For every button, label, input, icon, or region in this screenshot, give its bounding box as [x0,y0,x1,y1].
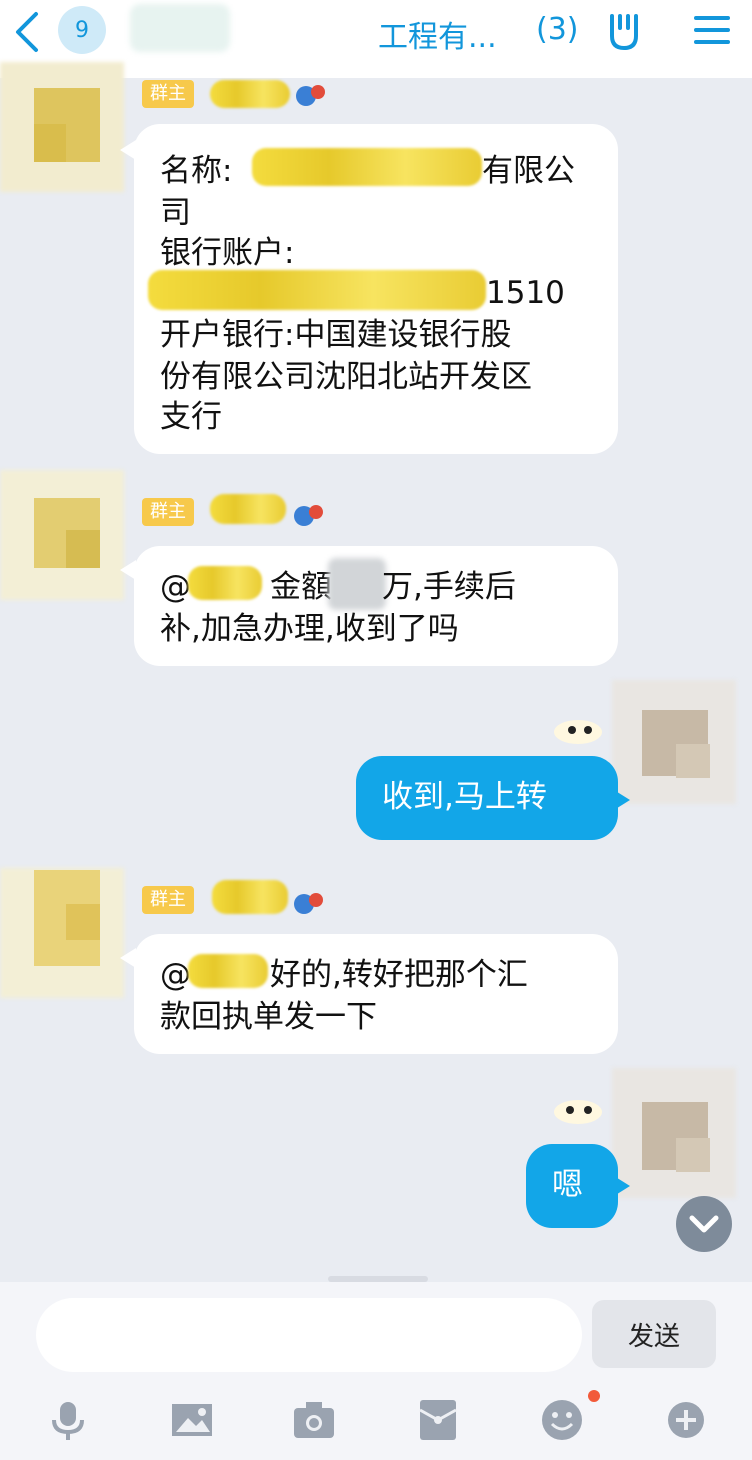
redacted-company-name [252,148,482,186]
group-owner-tag: 群主 [142,80,194,108]
redacted-account-number [148,270,486,310]
bubble-tail [614,1176,630,1196]
redacted-sender-name [210,494,286,524]
avatar[interactable] [0,868,124,998]
avatar[interactable] [0,470,124,600]
redacted-sender-name [210,80,290,108]
sticker-badge-icon [554,1100,602,1124]
chevron-down-icon [689,1215,719,1233]
message-bubble[interactable]: @ 金額 万,手续后 补,加急办理,收到了吗 [134,546,618,666]
self-avatar[interactable] [612,1068,736,1198]
message-bubble[interactable]: @ 好的,转好把那个汇 款回执单发一下 [134,934,618,1054]
camera-icon[interactable] [292,1398,336,1442]
blurred-header-avatar [130,4,230,52]
microphone-icon[interactable] [46,1398,90,1442]
back-arrow-icon[interactable] [8,8,48,56]
message-input[interactable] [36,1298,582,1372]
group-owner-tag: 群主 [142,498,194,526]
sticker-badge-icon [554,720,602,744]
send-button[interactable]: 发送 [592,1300,716,1368]
member-count[interactable]: (3) [536,12,579,47]
red-packet-icon[interactable] [416,1398,460,1442]
hand-gesture-icon[interactable] [600,8,646,54]
redacted-mention [188,954,268,988]
bubble-tail [614,790,630,810]
message-bubble-self[interactable]: 嗯 [526,1144,618,1228]
level-badge-icon [294,893,323,914]
redacted-amount [328,558,386,610]
menu-icon[interactable] [692,10,732,50]
chat-title[interactable]: 工程有... [378,12,497,56]
level-badge-icon [294,505,323,526]
message-bubble-self[interactable]: 收到,马上转 [356,756,618,840]
emoji-icon[interactable] [540,1398,584,1442]
notification-dot [588,1390,600,1402]
redacted-mention [188,566,262,600]
image-icon[interactable] [170,1398,214,1442]
redacted-sender-name [212,880,288,914]
group-owner-tag: 群主 [142,886,194,914]
unread-count-badge[interactable]: 9 [58,6,106,54]
avatar[interactable] [0,62,124,192]
message-bubble[interactable]: 名称: 有限公 司 银行账户: 1510 开户银行:中国建设银行股 份有限公司沈… [134,124,618,454]
plus-icon[interactable] [664,1398,708,1442]
level-badge-icon [296,85,325,106]
scroll-to-bottom-button[interactable] [676,1196,732,1252]
self-avatar[interactable] [612,680,736,810]
